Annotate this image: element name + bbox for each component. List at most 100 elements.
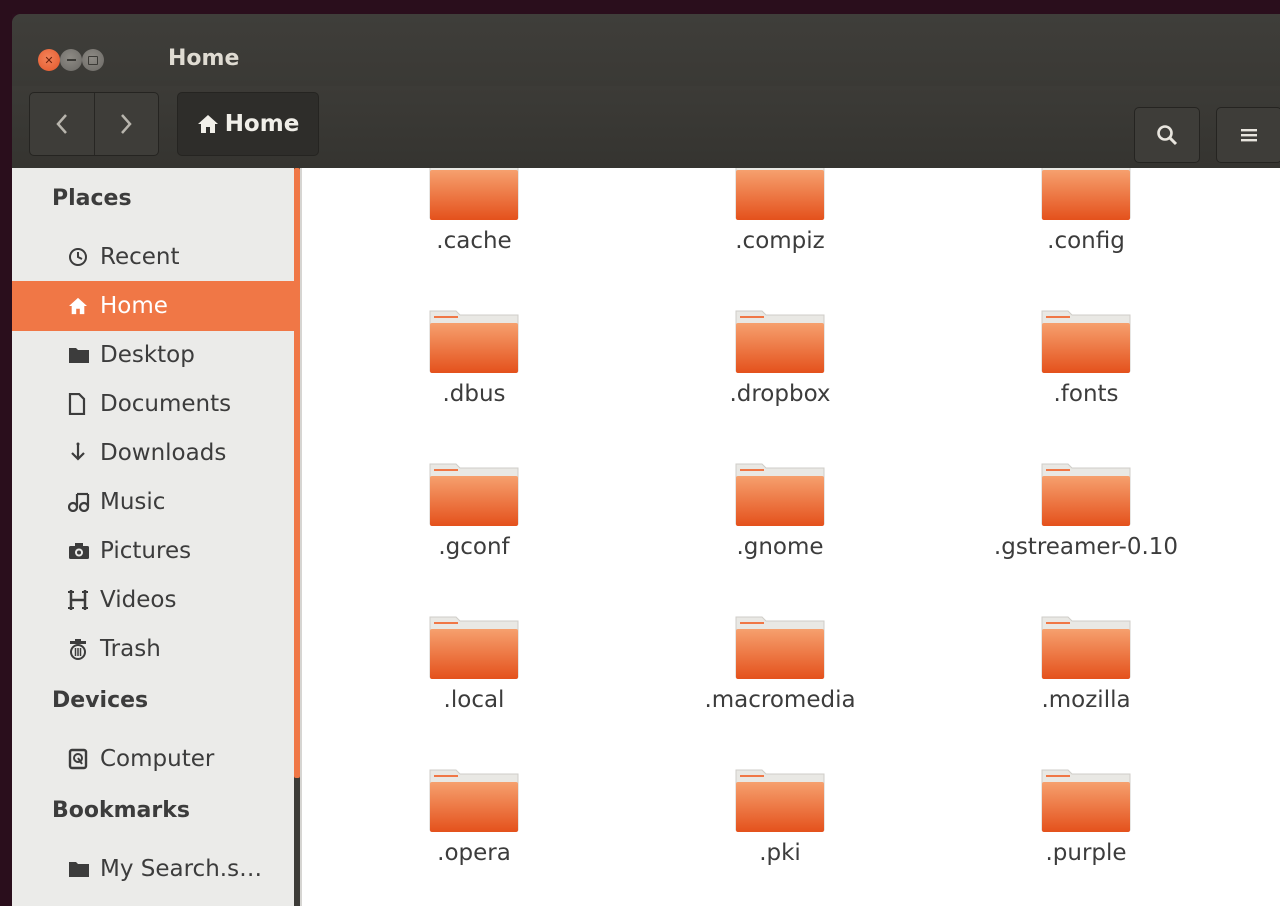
folder-icon [429, 463, 519, 526]
close-icon: ✕ [44, 53, 54, 67]
folder-name: .dropbox [729, 381, 831, 407]
download-icon [68, 442, 94, 464]
folder-icon [735, 616, 825, 679]
folder-item[interactable]: .cache [374, 168, 574, 300]
home-icon [197, 115, 218, 133]
back-button[interactable] [30, 93, 94, 155]
folder-item[interactable]: .macromedia [680, 611, 880, 759]
folder-name: .gstreamer-0.10 [993, 534, 1179, 560]
folder-icon [429, 310, 519, 373]
folder-item[interactable]: .mozilla [986, 611, 1186, 759]
sidebar-item-label: Recent [100, 244, 180, 270]
minimize-icon [66, 59, 76, 61]
sidebar-item-label: Downloads [100, 440, 227, 466]
folder-item[interactable]: .gstreamer-0.10 [986, 458, 1186, 606]
sidebar-item-label: My Search.s… [100, 856, 263, 882]
folder-item[interactable]: .fonts [986, 305, 1186, 453]
sidebar-item-recent[interactable]: Recent [12, 232, 294, 282]
sidebar: Places Recent Home Desktop Documents Dow… [12, 168, 294, 906]
sidebar-item-videos[interactable]: Videos [12, 575, 294, 625]
folder-icon [1041, 616, 1131, 679]
folder-name: .config [1047, 228, 1125, 254]
camera-icon [68, 542, 94, 560]
sidebar-section-bookmarks: Bookmarks [52, 798, 190, 823]
maximize-window-button[interactable] [82, 49, 104, 71]
clock-icon [68, 247, 94, 267]
folder-name: .compiz [735, 228, 825, 254]
folder-name: .dbus [442, 381, 506, 407]
close-window-button[interactable]: ✕ [38, 49, 60, 71]
sidebar-item-label: Pictures [100, 538, 192, 564]
folder-name: .mozilla [1041, 687, 1131, 713]
sidebar-section-devices: Devices [52, 688, 149, 713]
sidebar-item-home[interactable]: Home [12, 281, 294, 331]
folder-item[interactable]: .compiz [680, 168, 880, 300]
maximize-icon [88, 55, 98, 65]
folder-item[interactable]: .purple [986, 764, 1186, 906]
back-arrow-icon [56, 114, 67, 134]
drive-icon [68, 748, 94, 770]
sidebar-item-documents[interactable]: Documents [12, 379, 294, 429]
sidebar-section-places: Places [52, 186, 132, 211]
forward-button[interactable] [93, 93, 159, 155]
sidebar-item-music[interactable]: Music [12, 477, 294, 527]
folder-item[interactable]: .dbus [374, 305, 574, 453]
folder-item[interactable]: .config [986, 168, 1186, 300]
sidebar-item-trash[interactable]: Trash [12, 624, 294, 674]
sidebar-item-computer[interactable]: Computer [12, 734, 294, 784]
forward-arrow-icon [121, 114, 132, 134]
file-manager-window: ✕ Home Home Places Recent Home Desktop D… [12, 14, 1280, 906]
hamburger-menu-icon [1241, 129, 1257, 142]
folder-icon [1041, 310, 1131, 373]
menu-button[interactable] [1216, 107, 1280, 163]
title-bar: ✕ Home [12, 14, 1280, 86]
navigation-button-group [29, 92, 159, 156]
desktop-background [0, 0, 1280, 14]
sidebar-item-desktop[interactable]: Desktop [12, 330, 294, 380]
film-icon [68, 589, 94, 611]
search-button[interactable] [1134, 107, 1200, 163]
folder-name: .fonts [1053, 381, 1119, 407]
folder-icon [429, 769, 519, 832]
folder-icon [1041, 769, 1131, 832]
folder-name: .gconf [438, 534, 510, 560]
folder-icon [735, 310, 825, 373]
document-icon [68, 393, 94, 415]
sidebar-item-pictures[interactable]: Pictures [12, 526, 294, 576]
folder-item[interactable]: .pki [680, 764, 880, 906]
folder-icon [735, 769, 825, 832]
folder-icon [735, 168, 825, 220]
folder-item[interactable]: .opera [374, 764, 574, 906]
folder-item[interactable]: .gconf [374, 458, 574, 606]
folder-name: .gnome [736, 534, 824, 560]
sidebar-item-label: Home [100, 293, 168, 319]
folder-name: .purple [1045, 840, 1127, 866]
sidebar-item-label: Desktop [100, 342, 195, 368]
window-title: Home [168, 46, 240, 71]
path-bar-home-button[interactable]: Home [177, 92, 319, 156]
minimize-window-button[interactable] [60, 49, 82, 71]
folder-name: .cache [436, 228, 512, 254]
music-icon [68, 492, 94, 512]
sidebar-item-label: Videos [100, 587, 177, 613]
sidebar-item-downloads[interactable]: Downloads [12, 428, 294, 478]
toolbar: Home [12, 86, 1280, 168]
home-icon [68, 297, 94, 315]
folder-icon [735, 463, 825, 526]
folder-name: .macromedia [704, 687, 856, 713]
folder-name: .pki [759, 840, 801, 866]
folder-icon [429, 168, 519, 220]
folder-item[interactable]: .dropbox [680, 305, 880, 453]
path-bar-label: Home [224, 111, 300, 137]
sidebar-item-label: Music [100, 489, 166, 515]
folder-item[interactable]: .local [374, 611, 574, 759]
sidebar-item-label: Trash [100, 636, 161, 662]
search-icon [1157, 125, 1178, 146]
folder-name: .opera [437, 840, 511, 866]
folder-name: .local [443, 687, 505, 713]
folder-icon [1041, 168, 1131, 220]
sidebar-item-label: Computer [100, 746, 215, 772]
sidebar-item-bookmark-my-search[interactable]: My Search.s… [12, 844, 294, 894]
folder-item[interactable]: .gnome [680, 458, 880, 606]
trash-icon [68, 638, 94, 660]
